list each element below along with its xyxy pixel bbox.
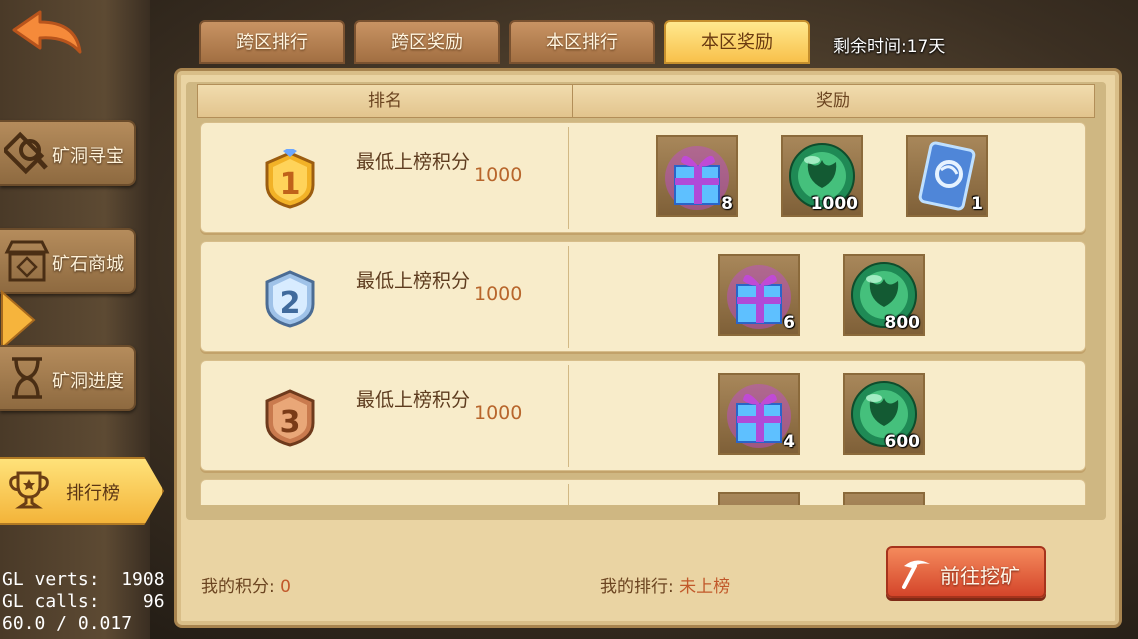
rewards-list[interactable]: 1 最低上榜积分 1000 8 1000 1 2 最低上榜积分 1000 6 8… — [197, 122, 1089, 505]
reward-item-green-orb[interactable]: 800 — [843, 254, 925, 336]
reward-item-gift-box[interactable]: 6 — [718, 254, 800, 336]
go-mining-label: 前往挖矿 — [940, 564, 1020, 588]
debug-fps: 60.0 / 0.017 — [2, 613, 133, 634]
table-row — [200, 479, 1086, 505]
my-score-label: 我的积分: — [201, 577, 275, 597]
column-divider — [568, 127, 569, 229]
my-rank: 我的排行: 未上榜 — [600, 572, 730, 597]
sidebar-item-label: 矿洞进度 — [52, 371, 124, 392]
shop-stall-icon — [4, 240, 50, 282]
sidebar-item-label: 矿石商城 — [52, 254, 124, 275]
svg-text:3: 3 — [280, 405, 301, 440]
sidebar-item-leaderboard[interactable]: 排行榜 — [0, 457, 164, 525]
item-count: 1000 — [810, 194, 858, 214]
sidebar-item-label: 矿洞寻宝 — [52, 146, 124, 167]
magnifier-icon — [4, 131, 48, 175]
my-score-value: 0 — [280, 577, 291, 597]
reward-item-green-orb[interactable]: 600 — [843, 373, 925, 455]
item-count: 800 — [884, 313, 921, 333]
tab-local-rewards[interactable]: 本区奖励 — [664, 20, 810, 64]
min-score-label: 最低上榜积分 — [356, 389, 471, 411]
min-score-label: 最低上榜积分 — [356, 151, 471, 173]
item-count: 4 — [783, 432, 795, 452]
min-score-label: 最低上榜积分 — [356, 270, 471, 292]
table-row: 3 最低上榜积分 1000 4 600 — [200, 360, 1086, 471]
svg-text:1: 1 — [280, 167, 301, 202]
min-score-value: 1000 — [474, 164, 523, 186]
item-count: 600 — [884, 432, 921, 452]
reward-item-gift-box[interactable]: 8 — [656, 135, 738, 217]
my-rank-label: 我的排行: — [600, 577, 674, 597]
item-count: 8 — [721, 194, 733, 214]
table-header: 排名 奖励 — [197, 84, 1095, 118]
reward-item-green-orb[interactable] — [843, 492, 925, 505]
column-divider — [568, 365, 569, 467]
hourglass-icon — [12, 357, 42, 399]
table-row: 2 最低上榜积分 1000 6 800 — [200, 241, 1086, 352]
go-mining-button[interactable]: 前往挖矿 — [886, 546, 1046, 598]
reward-item-gift-box[interactable]: 4 — [718, 373, 800, 455]
min-score-value: 1000 — [474, 402, 523, 424]
remaining-time: 剩余时间:17天 — [833, 37, 946, 57]
debug-gl-verts: GL verts: 1908 — [2, 569, 165, 590]
sidebar-item-mine-progress[interactable]: 矿洞进度 — [0, 345, 136, 411]
tab-cross-server-ranking[interactable]: 跨区排行 — [199, 20, 345, 64]
rank-3-bronze-medal-icon: 3 — [265, 389, 315, 447]
debug-gl-calls: GL calls: 96 — [2, 591, 165, 612]
expand-arrow-icon[interactable] — [0, 290, 36, 350]
reward-item-blue-card[interactable]: 1 — [906, 135, 988, 217]
tab-local-ranking[interactable]: 本区排行 — [509, 20, 655, 64]
header-reward: 奖励 — [816, 91, 850, 111]
pickaxe-icon — [902, 560, 930, 589]
my-rank-value: 未上榜 — [679, 577, 731, 597]
sidebar-item-label: 排行榜 — [66, 483, 120, 504]
column-divider — [568, 484, 569, 505]
header-rank: 排名 — [198, 85, 573, 117]
min-score-value: 1000 — [474, 283, 523, 305]
sidebar-item-ore-shop[interactable]: 矿石商城 — [0, 228, 136, 294]
reward-item-green-orb[interactable]: 1000 — [781, 135, 863, 217]
item-count: 1 — [971, 194, 983, 214]
item-count: 6 — [783, 313, 795, 333]
back-arrow-icon[interactable] — [10, 8, 84, 56]
column-divider — [568, 246, 569, 348]
table-row: 1 最低上榜积分 1000 8 1000 1 — [200, 122, 1086, 233]
rank-2-silver-medal-icon: 2 — [265, 270, 315, 328]
svg-text:2: 2 — [280, 286, 301, 321]
rank-1-gold-medal-icon: 1 — [265, 149, 315, 209]
trophy-icon — [9, 471, 49, 509]
reward-item-gift-box[interactable] — [718, 492, 800, 505]
my-score: 我的积分: 0 — [201, 572, 291, 597]
sidebar-item-mine-treasure[interactable]: 矿洞寻宝 — [0, 120, 136, 186]
tab-cross-server-rewards[interactable]: 跨区奖励 — [354, 20, 500, 64]
